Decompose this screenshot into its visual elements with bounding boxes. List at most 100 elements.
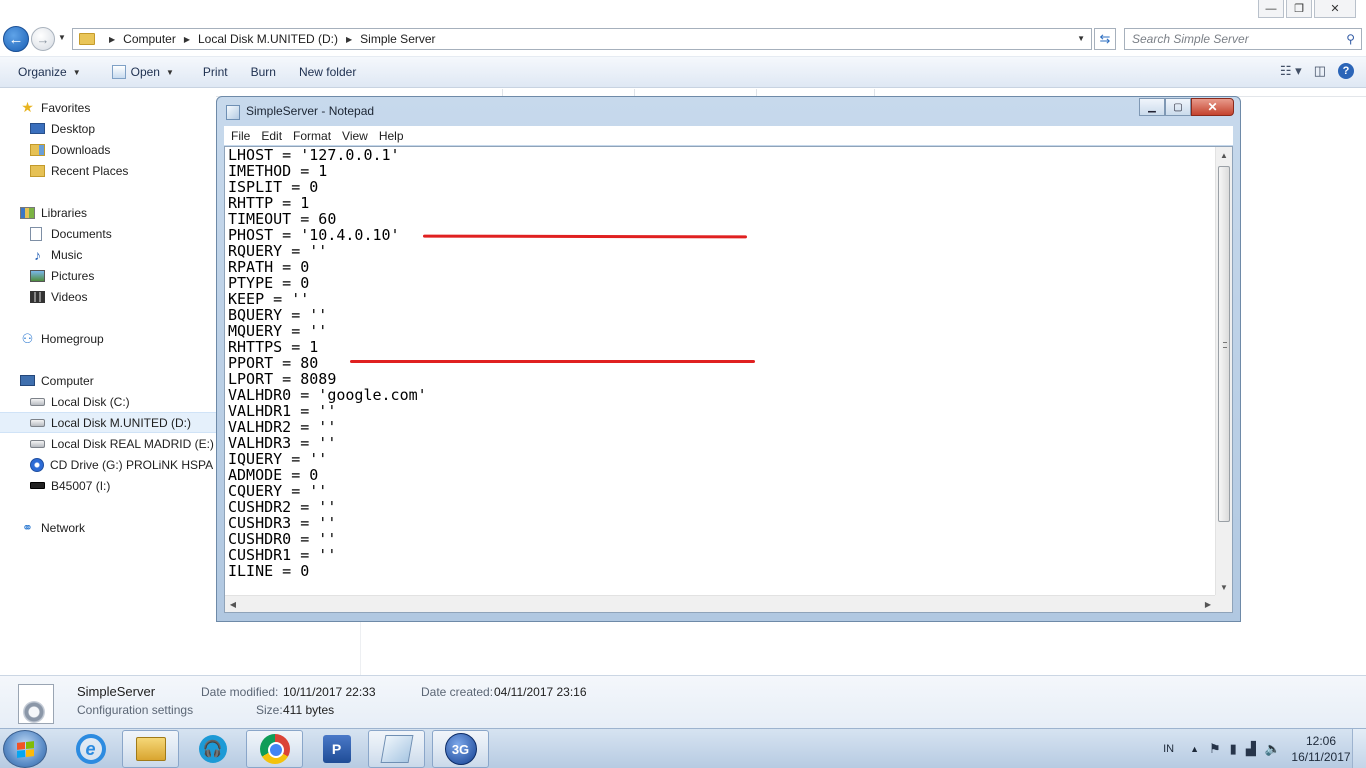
recent-pages-dropdown[interactable]: ▼ (58, 33, 66, 42)
taskbar-chrome[interactable] (246, 730, 303, 768)
back-button[interactable]: ← (3, 26, 29, 52)
nav-local-disk-d[interactable]: Local Disk M.UNITED (D:) (0, 412, 216, 433)
menu-view[interactable]: View (342, 129, 368, 143)
breadcrumb-local-disk-d[interactable]: Local Disk M.UNITED (D:) (198, 32, 338, 46)
preview-pane-icon[interactable]: ◫ (1314, 63, 1326, 79)
nav-homegroup[interactable]: ⚇ Homegroup (0, 328, 216, 349)
start-button[interactable] (3, 730, 47, 768)
chevron-down-icon: ▼ (165, 67, 174, 77)
nav-videos[interactable]: Videos (0, 286, 216, 307)
videos-icon (30, 290, 45, 303)
notepad-window-controls: ▁ ▢ ✕ (1139, 98, 1234, 116)
battery-icon[interactable]: ▮ (1230, 741, 1237, 757)
address-history-dropdown[interactable]: ▼ (1077, 34, 1085, 43)
organize-button[interactable]: Organize ▼ (0, 57, 90, 87)
scroll-down-icon[interactable]: ▼ (1216, 579, 1232, 596)
pictures-icon (30, 269, 45, 282)
text-line: RHTTP = 1 (228, 194, 310, 212)
notepad-close-button[interactable]: ✕ (1191, 98, 1234, 116)
taskbar-3g-modem[interactable]: 3G (432, 730, 489, 768)
show-desktop-button[interactable] (1352, 729, 1366, 768)
taskbar: e 🎧 P 3G IN ▲ ⚑ ▮ ▟ 🔈 12:06 16/11/2017 (0, 728, 1366, 768)
taskbar-windows-explorer[interactable] (122, 730, 179, 768)
windows-explorer-icon (135, 737, 166, 761)
notepad-maximize-button[interactable]: ▢ (1165, 98, 1191, 116)
taskbar-headphones-app[interactable]: 🎧 (184, 730, 241, 768)
nav-label: Documents (51, 226, 112, 241)
notepad-text-area[interactable]: LHOST = '127.0.0.1' IMETHOD = 1 ISPLIT =… (224, 146, 1233, 613)
nav-network[interactable]: ⚭ Network (0, 517, 216, 538)
nav-drive-i[interactable]: B45007 (I:) (0, 475, 216, 496)
nav-local-disk-e[interactable]: Local Disk REAL MADRID (E:) (0, 433, 216, 454)
navigation-pane: ★ Favorites Desktop Downloads Recent Plac… (0, 89, 216, 675)
menu-file[interactable]: File (231, 129, 250, 143)
notepad-window[interactable]: SimpleServer - Notepad ▁ ▢ ✕ File Edit F… (216, 96, 1241, 622)
refresh-button[interactable]: ⇆ (1094, 28, 1116, 50)
search-input[interactable]: Search Simple Server ⚲ (1124, 28, 1362, 50)
menu-help[interactable]: Help (379, 129, 404, 143)
nav-music[interactable]: ♪ Music (0, 244, 216, 265)
nav-local-disk-c[interactable]: Local Disk (C:) (0, 391, 216, 412)
nav-desktop[interactable]: Desktop (0, 118, 216, 139)
taskbar-notepad[interactable] (368, 730, 425, 768)
print-button[interactable]: Print (183, 57, 237, 87)
nav-label: B45007 (I:) (51, 478, 111, 493)
explorer-maximize-button[interactable]: ❐ (1286, 0, 1312, 18)
text-line: IMETHOD = 1 (228, 162, 328, 180)
forward-button[interactable]: → (31, 27, 55, 51)
nav-libraries[interactable]: Libraries (0, 202, 216, 223)
open-button[interactable]: Open ▼ (90, 57, 183, 87)
libraries-group: Libraries Documents ♪ Music Pictures Vide… (0, 202, 216, 307)
chevron-right-icon[interactable]: ▶ (346, 35, 352, 44)
taskbar-powershell[interactable]: P (308, 730, 365, 768)
burn-button[interactable]: Burn (237, 57, 285, 87)
search-icon[interactable]: ⚲ (1346, 32, 1355, 46)
scroll-thumb[interactable] (1218, 166, 1230, 522)
horizontal-scrollbar[interactable]: ◀ ▶ (225, 595, 1216, 612)
menu-edit[interactable]: Edit (261, 129, 282, 143)
explorer-close-button[interactable]: ✕ (1314, 0, 1356, 18)
details-pane: SimpleServer Configuration settings Date… (0, 675, 1366, 728)
nav-downloads[interactable]: Downloads (0, 139, 216, 160)
signal-strength-icon[interactable]: ▟ (1246, 741, 1256, 757)
nav-favorites[interactable]: ★ Favorites (0, 97, 216, 118)
nav-cd-drive-g[interactable]: CD Drive (G:) PROLiNK HSPA (0, 454, 216, 475)
hard-drive-icon (30, 397, 45, 406)
nav-label: Downloads (51, 142, 111, 157)
text-line: TIMEOUT = 60 (228, 210, 337, 228)
breadcrumb-simple-server[interactable]: Simple Server (360, 32, 435, 46)
computer-icon (20, 375, 35, 386)
explorer-minimize-button[interactable]: — (1258, 0, 1284, 18)
nav-recent-places[interactable]: Recent Places (0, 160, 216, 181)
text-line: IQUERY = '' (228, 450, 328, 468)
scroll-up-icon[interactable]: ▲ (1216, 147, 1232, 164)
nav-documents[interactable]: Documents (0, 223, 216, 244)
network-error-icon[interactable]: ⚑ (1209, 741, 1221, 757)
help-icon[interactable]: ? (1338, 63, 1354, 79)
details-size: 411 bytes (283, 703, 335, 717)
text-line: CQUERY = '' (228, 482, 328, 500)
scroll-left-icon[interactable]: ◀ (225, 596, 241, 612)
new-folder-button[interactable]: New folder (285, 57, 365, 87)
scroll-right-icon[interactable]: ▶ (1200, 596, 1216, 612)
nav-computer[interactable]: Computer (0, 370, 216, 391)
clock[interactable]: 12:06 16/11/2017 (1290, 733, 1352, 765)
chevron-right-icon[interactable]: ▶ (184, 35, 190, 44)
vertical-scrollbar[interactable]: ▲ ▼ (1215, 147, 1232, 596)
breadcrumb-computer[interactable]: Computer (123, 32, 176, 46)
address-bar[interactable]: ▶ Computer ▶ Local Disk M.UNITED (D:) ▶ … (72, 28, 1092, 50)
notepad-text[interactable]: LHOST = '127.0.0.1' IMETHOD = 1 ISPLIT =… (228, 147, 427, 579)
taskbar-internet-explorer[interactable]: e (62, 730, 119, 768)
view-options-icon[interactable]: ☷ ▾ (1280, 63, 1302, 79)
notepad-minimize-button[interactable]: ▁ (1139, 98, 1165, 116)
clock-time: 12:06 (1305, 734, 1337, 748)
nav-label: Pictures (51, 268, 95, 283)
show-hidden-icons-icon[interactable]: ▲ (1190, 744, 1199, 754)
chevron-right-icon: ▶ (109, 34, 116, 44)
nav-pictures[interactable]: Pictures (0, 265, 216, 286)
language-indicator[interactable]: IN (1163, 743, 1174, 755)
details-date-created: 04/11/2017 23:16 (494, 685, 587, 699)
volume-icon[interactable]: 🔈 (1265, 741, 1281, 757)
nav-label: Local Disk (C:) (51, 394, 130, 409)
menu-format[interactable]: Format (293, 129, 331, 143)
